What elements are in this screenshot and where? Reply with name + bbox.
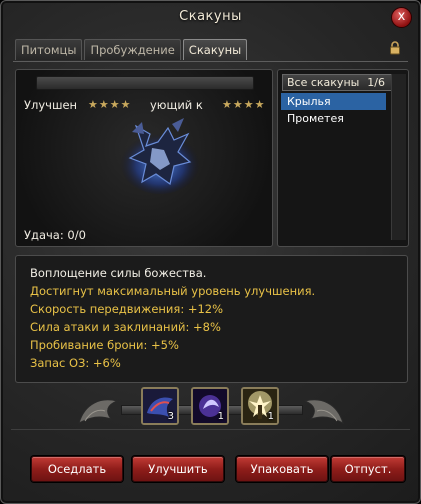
action-bar: Оседлать Улучшить Упаковать Отпуст.	[11, 429, 410, 492]
lock-icon[interactable]	[388, 41, 402, 55]
list-scrollbar[interactable]	[391, 74, 406, 240]
griffin-ornament-left-icon	[78, 399, 119, 424]
tab-pets[interactable]: Питомцы	[15, 39, 83, 60]
title-bar[interactable]: Скакуны x	[1, 1, 420, 35]
description-panel: Воплощение силы божества. Достигнут макс…	[15, 255, 408, 383]
griffin-ornament-right-icon	[303, 399, 344, 424]
mount-count: 1/6	[367, 76, 385, 89]
all-mounts-header[interactable]: Все скакуны 1/6	[282, 74, 392, 91]
item-slot-strip: 3 1 1	[1, 379, 420, 435]
upgrade-button[interactable]: Улучшить	[132, 456, 224, 482]
mount-model-image	[120, 118, 200, 194]
max-level-line: Достигнут максимальный уровень улучшения…	[30, 284, 316, 298]
improved-label: Улучшен	[24, 98, 78, 112]
description-line: Воплощение силы божества.	[30, 266, 207, 280]
slot-count: 1	[267, 411, 274, 422]
window-title: Скакуны	[179, 9, 242, 24]
stat-line-hp: Запас ОЗ: +6%	[30, 356, 121, 370]
stat-line-pierce: Пробивание брони: +5%	[30, 338, 179, 352]
tab-mounts[interactable]: Скакуны	[182, 39, 248, 60]
mounts-window: Скакуны x Питомцы Пробуждение Скакуны Ул…	[0, 0, 421, 504]
release-button[interactable]: Отпуст.	[331, 456, 405, 482]
item-slot-mount[interactable]: 3	[141, 387, 179, 425]
close-button[interactable]: x	[391, 7, 412, 28]
list-item[interactable]: Крылья Прометея	[281, 93, 386, 125]
tab-bar: Питомцы Пробуждение Скакуны	[15, 39, 248, 61]
tab-divider	[13, 61, 408, 62]
tab-awakening[interactable]: Пробуждение	[84, 39, 181, 60]
ride-button[interactable]: Оседлать	[31, 456, 123, 482]
mount-name-bar	[36, 76, 254, 90]
slot-count: 3	[167, 411, 174, 422]
list-header-label: Все скакуны	[287, 76, 360, 89]
slot-count: 1	[217, 411, 224, 422]
pack-button[interactable]: Упаковать	[236, 456, 328, 482]
stat-line-speed: Скорость передвижения: +12%	[30, 302, 224, 316]
item-slot-angel[interactable]: 1	[241, 387, 279, 425]
next-stars: ★★★★	[222, 98, 266, 111]
mount-preview-panel: Улучшен ★★★★ ующий к ★★★★ Удача: 0/0	[15, 69, 273, 247]
mount-list-panel: Все скакуны 1/6 Крылья Прометея	[277, 69, 409, 247]
luck-label: Удача: 0/0	[24, 228, 86, 242]
item-slot-spirit[interactable]: 1	[191, 387, 229, 425]
stat-line-attack: Сила атаки и заклинаний: +8%	[30, 320, 221, 334]
